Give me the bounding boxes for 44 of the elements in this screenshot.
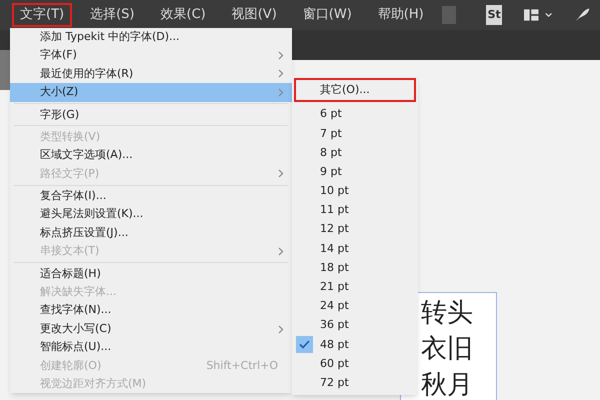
menu-item[interactable]: 智能标点(U)... — [10, 338, 292, 357]
menu-item[interactable]: 标点挤压设置(J)... — [10, 224, 292, 242]
menu-item[interactable]: 11 pt — [292, 200, 418, 220]
menu-item[interactable]: 7 pt — [292, 124, 418, 144]
menu-item[interactable]: 8 pt — [292, 143, 418, 163]
menu-item[interactable]: 24 pt — [292, 296, 418, 316]
canvas-text: 衣旧 — [421, 333, 474, 366]
caret-icon[interactable] — [544, 12, 552, 18]
menu-bar-item[interactable]: 文字(T) — [12, 3, 72, 27]
menu-item[interactable]: 36 pt — [292, 316, 418, 336]
menu-item[interactable]: 14 pt — [292, 239, 418, 258]
menu-item[interactable]: 大小(Z) — [10, 83, 292, 102]
feather-icon[interactable] — [574, 6, 590, 24]
menu-item[interactable]: 查找字体(N)... — [10, 301, 292, 320]
menu-item[interactable]: 复合字体(I)... — [10, 187, 292, 206]
menu-bar-item[interactable]: 窗口(W) — [294, 3, 360, 27]
menu-item[interactable]: 字体(F) — [10, 46, 292, 65]
menu-item[interactable]: 6 pt — [292, 105, 418, 124]
menu-item[interactable]: 48 pt — [292, 335, 418, 354]
menu-item[interactable]: 72 pt — [292, 374, 418, 393]
menu-item[interactable]: 添加 Typekit 中的字体(D)... — [10, 28, 292, 46]
menu-item[interactable]: 字形(G) — [10, 106, 292, 124]
menu-item[interactable]: 避头尾法则设置(K)... — [10, 206, 292, 224]
canvas-text: 秋月 — [421, 369, 474, 400]
menu-item[interactable]: 10 pt — [292, 182, 418, 201]
menu-item[interactable]: 其它(O)... — [294, 78, 416, 102]
menu-item[interactable]: 最近使用的字体(R) — [10, 64, 292, 84]
menu-bar-item[interactable]: 选择(S) — [82, 3, 142, 27]
stock-button[interactable]: St — [486, 5, 502, 25]
menu-bar-item[interactable]: 效果(C) — [152, 3, 214, 27]
menu-item[interactable]: 适合标题(H) — [10, 264, 292, 284]
menu-item[interactable]: 18 pt — [292, 258, 418, 278]
checkmark-icon — [296, 336, 313, 354]
menu-bar-item[interactable]: 帮助(H) — [370, 3, 432, 27]
menu-item[interactable]: 21 pt — [292, 278, 418, 297]
menu-item[interactable]: 区域文字选项(A)... — [10, 146, 292, 165]
menu-item[interactable]: 12 pt — [292, 220, 418, 240]
menu-item[interactable]: 9 pt — [292, 162, 418, 182]
menu-item[interactable]: 60 pt — [292, 354, 418, 374]
canvas-text: 转头 — [421, 297, 474, 330]
menu-bar-item[interactable]: 视图(V) — [224, 3, 285, 27]
menu-item[interactable]: 更改大小写(C) — [10, 320, 292, 338]
layout-icon[interactable] — [524, 8, 539, 22]
shortcut-text: Shift+Ctrl+O — [206, 358, 278, 374]
